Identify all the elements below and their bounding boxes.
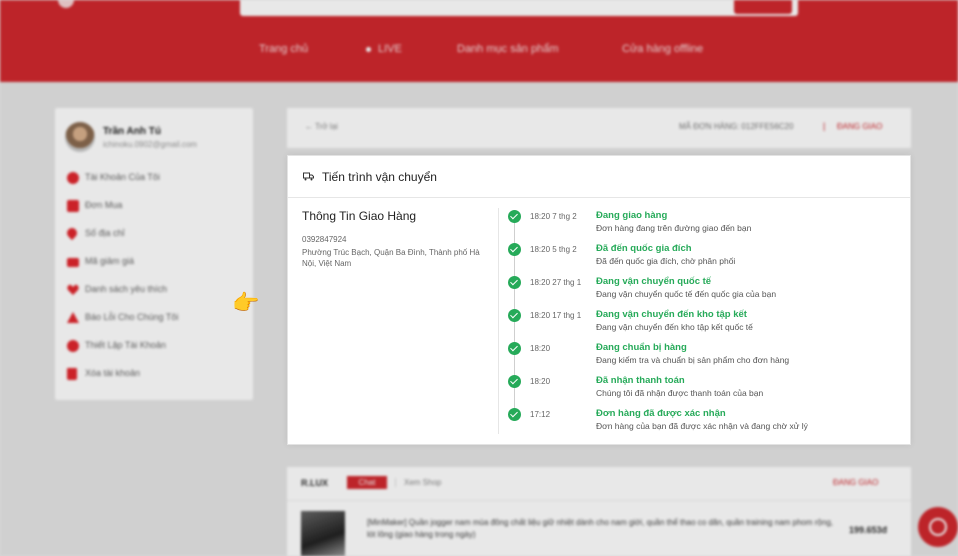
timeline-event: 17:12 Đơn hàng đã được xác nhận Đơn hàng… [506, 408, 906, 438]
check-circle-icon [508, 408, 521, 421]
timeline-event: 18:20 5 thg 2 Đã đến quốc gia đích Đã đế… [506, 243, 906, 273]
event-time: 18:20 [530, 344, 551, 353]
check-circle-icon [508, 210, 521, 223]
timeline-event: 18:20 Đang chuẩn bị hàng Đang kiểm tra v… [506, 342, 906, 372]
delivery-info-title: Thông Tin Giao Hàng [302, 209, 417, 223]
event-description: Đang vận chuyển đến kho tập kết quốc tế [596, 322, 753, 332]
pointing-hand-icon: 👉 [232, 290, 260, 315]
check-circle-icon [508, 309, 521, 322]
event-time: 18:20 17 thg 1 [530, 311, 582, 320]
event-description: Đã đến quốc gia đích, chờ phân phối [596, 256, 736, 266]
event-description: Chúng tôi đã nhận được thanh toán của bạ… [596, 388, 764, 398]
event-description: Đơn hàng đang trên đường giao đến bạn [596, 223, 752, 233]
event-status: Đơn hàng đã được xác nhận [596, 408, 726, 419]
event-status: Đang vận chuyển quốc tế [596, 276, 712, 287]
timeline-event: 18:20 7 thg 2 Đang giao hàng Đơn hàng đa… [506, 210, 906, 240]
event-time: 18:20 [530, 377, 551, 386]
shipping-card-title: Tiến trình vận chuyển [322, 170, 437, 184]
event-description: Đơn hàng của bạn đã được xác nhận và đan… [596, 421, 808, 431]
event-time: 18:20 7 thg 2 [530, 212, 577, 221]
event-status: Đang vận chuyển đến kho tập kết [596, 309, 747, 320]
timeline-event: 18:20 Đã nhận thanh toán Chúng tôi đã nh… [506, 375, 906, 405]
check-circle-icon [508, 375, 521, 388]
check-circle-icon [508, 276, 521, 289]
shipping-timeline: 18:20 7 thg 2 Đang giao hàng Đơn hàng đa… [506, 210, 906, 436]
event-description: Đang vận chuyển quốc tế đến quốc gia của… [596, 289, 777, 299]
truck-icon [303, 172, 314, 181]
event-description: Đang kiểm tra và chuẩn bị sản phẩm cho đ… [596, 355, 790, 365]
timeline-event: 18:20 17 thg 1 Đang vận chuyển đến kho t… [506, 309, 906, 339]
event-status: Đã đến quốc gia đích [596, 243, 692, 254]
event-time: 18:20 27 thg 1 [530, 278, 582, 287]
event-status: Đang giao hàng [596, 210, 668, 221]
event-status: Đã nhận thanh toán [596, 375, 685, 386]
event-status: Đang chuẩn bị hàng [596, 342, 687, 353]
delivery-info: Thông Tin Giao Hàng 0392847924 Phường Tr… [302, 209, 494, 269]
check-circle-icon [508, 243, 521, 256]
check-circle-icon [508, 342, 521, 355]
shipping-progress-card: Tiến trình vận chuyển Thông Tin Giao Hàn… [287, 155, 911, 445]
delivery-phone: 0392847924 [302, 235, 347, 244]
event-time: 17:12 [530, 410, 551, 419]
delivery-address: Phường Trúc Bạch, Quận Ba Đình, Thành ph… [302, 248, 480, 268]
timeline-event: 18:20 27 thg 1 Đang vận chuyển quốc tế Đ… [506, 276, 906, 306]
event-time: 18:20 5 thg 2 [530, 245, 577, 254]
shipping-card-header: Tiến trình vận chuyển [288, 156, 910, 198]
column-divider [498, 208, 499, 434]
